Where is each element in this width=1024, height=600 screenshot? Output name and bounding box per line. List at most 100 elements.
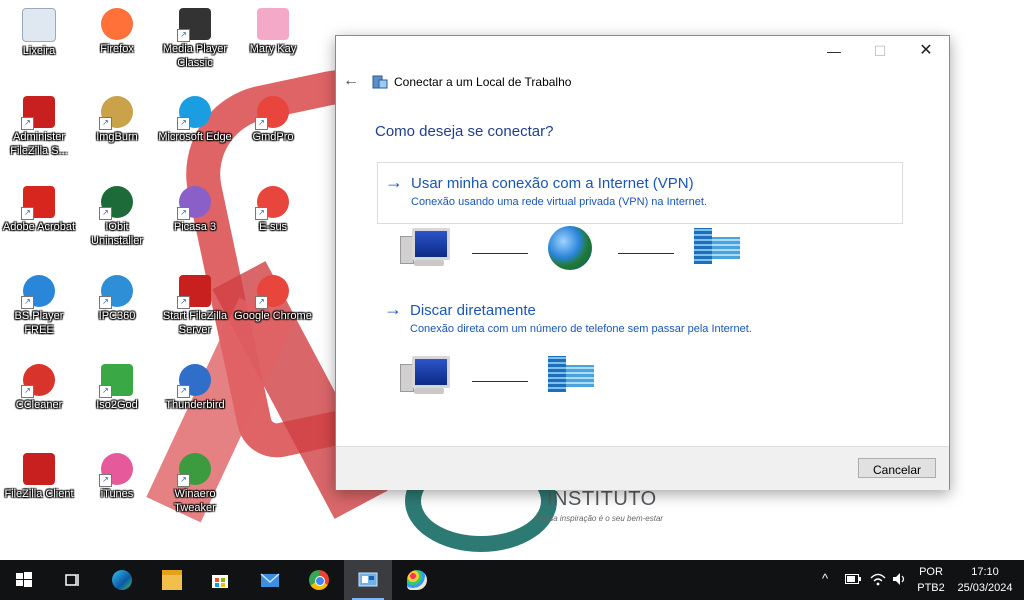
cancel-button[interactable]: Cancelar — [858, 458, 936, 478]
thunderbird-icon: ↗ — [177, 364, 211, 398]
vpn-diagram — [400, 226, 760, 276]
filezilla-client-icon — [23, 453, 55, 485]
arrow-right-icon: → — [384, 299, 402, 319]
desktop-icon-microsoft-edge[interactable]: ↗ Microsoft Edge — [156, 96, 234, 144]
computer-icon — [400, 354, 450, 396]
desktop-icon-label: Mary Kay — [249, 43, 297, 55]
arrow-right-icon: → — [385, 172, 403, 192]
chrome-icon: ↗ — [255, 96, 289, 130]
connection-line — [618, 253, 674, 254]
desktop-icon-iobit[interactable]: ↗ IObit Uninstaller — [78, 186, 156, 248]
winaero-icon: ↗ — [177, 453, 211, 487]
desktop-icon-label: BS.Player FREE — [14, 310, 64, 336]
recycle-bin-icon — [22, 8, 56, 42]
desktop-icon-lixeira[interactable]: Lixeira — [0, 8, 78, 58]
dialog-titlebar[interactable]: — ☐ ✕ — [336, 36, 949, 68]
desktop-icon-label: CCleaner — [15, 399, 63, 411]
desktop-icon-mary-kay[interactable]: Mary Kay — [234, 8, 312, 56]
desktop-icon-label: IPC360 — [98, 310, 136, 322]
task-view-button[interactable] — [48, 560, 96, 600]
folder-icon — [162, 570, 182, 590]
desktop-icon-label: Adobe Acrobat — [2, 221, 76, 233]
mail-taskbar[interactable] — [246, 560, 294, 600]
battery-icon[interactable] — [845, 574, 861, 584]
desktop-icon-bsplayer[interactable]: ↗ BS.Player FREE — [0, 275, 78, 337]
language-indicator[interactable]: POR PTB2 — [916, 564, 946, 596]
volume-icon[interactable] — [892, 572, 908, 586]
filezilla-server-icon: ↗ — [177, 275, 211, 309]
desktop-icon-filezilla-client[interactable]: FileZilla Client — [0, 453, 78, 501]
clock-time: 17:10 — [971, 566, 999, 578]
desktop-icon-label: Iso2God — [96, 399, 138, 411]
desktop-icon-adobe-acrobat[interactable]: ↗ Adobe Acrobat — [0, 186, 78, 234]
desktop-icon-label: Lixeira — [22, 45, 56, 57]
store-taskbar[interactable] — [196, 560, 244, 600]
desktop-icon-ccleaner[interactable]: ↗ CCleaner — [0, 364, 78, 412]
workplace-wizard-taskbar[interactable] — [344, 560, 392, 600]
system-tray: ^ — [818, 560, 918, 600]
mail-icon — [260, 573, 280, 587]
start-button[interactable] — [0, 560, 48, 600]
minimize-button[interactable]: — — [811, 36, 857, 66]
network-wizard-icon — [358, 572, 378, 587]
desktop-icon-iso2god[interactable]: ↗ Iso2God — [78, 364, 156, 412]
desktop-icon-label: Administer FileZilla S... — [10, 131, 68, 157]
file-explorer-taskbar[interactable] — [148, 560, 196, 600]
connection-line — [472, 381, 528, 382]
clock[interactable]: 17:10 25/03/2024 — [950, 564, 1020, 596]
wifi-icon[interactable] — [870, 572, 886, 586]
edge-taskbar[interactable] — [98, 560, 146, 600]
desktop-icon-media-player-classic[interactable]: ↗ Media Player Classic — [156, 8, 234, 70]
paint-taskbar[interactable] — [393, 560, 441, 600]
connection-line — [472, 253, 528, 254]
network-wizard-icon — [372, 75, 388, 89]
option-dial-direct[interactable]: → Discar diretamente Conexão direta com … — [377, 298, 901, 338]
task-view-icon — [65, 574, 79, 586]
office-building-icon — [694, 228, 742, 264]
office-building-icon — [548, 356, 596, 392]
computer-icon — [400, 226, 450, 268]
logo-tagline: Nossa inspiração é o seu bem-estar — [535, 514, 664, 523]
taskbar: ^ POR PTB2 17:10 25/03/2024 — [0, 560, 1024, 600]
ipc360-icon: ↗ — [99, 275, 133, 309]
maximize-button: ☐ — [873, 43, 887, 59]
close-button[interactable]: ✕ — [903, 36, 949, 66]
filezilla-server-icon: ↗ — [21, 96, 55, 130]
desktop-icon-administer-filezilla[interactable]: ↗ Administer FileZilla S... — [0, 96, 78, 158]
desktop-icon-e-sus[interactable]: ↗ E-sus — [234, 186, 312, 234]
desktop-icon-label: ImgBurn — [96, 131, 138, 143]
windows-logo-icon — [16, 572, 32, 587]
desktop-icon-ipc360[interactable]: ↗ IPC360 — [78, 275, 156, 323]
chrome-taskbar[interactable] — [295, 560, 343, 600]
iso2god-icon: ↗ — [99, 364, 133, 398]
desktop-icon-gmdpro[interactable]: ↗ GmdPro — [234, 96, 312, 144]
show-hidden-icons-chevron-icon[interactable]: ^ — [822, 571, 828, 586]
acrobat-icon: ↗ — [21, 186, 55, 220]
clock-date: 25/03/2024 — [957, 582, 1013, 594]
desktop-icon-thunderbird[interactable]: ↗ Thunderbird — [156, 364, 234, 412]
desktop-icon-label: E-sus — [258, 221, 288, 233]
desktop-icon-label: IObit Uninstaller — [91, 221, 143, 247]
paint-icon — [407, 570, 427, 590]
desktop-icon-start-filezilla-server[interactable]: ↗ Start FileZilla Server — [156, 275, 234, 337]
desktop-icon-label: Firefox — [100, 43, 134, 55]
desktop-icon-winaero-tweaker[interactable]: ↗ Winaero Tweaker — [156, 453, 234, 515]
desktop-icon-imgburn[interactable]: ↗ ImgBurn — [78, 96, 156, 144]
dial-diagram — [400, 354, 620, 404]
edge-icon — [112, 570, 132, 590]
edge-icon: ↗ — [177, 96, 211, 130]
dialog-footer: Cancelar — [336, 446, 949, 490]
option-vpn[interactable]: → Usar minha conexão com a Internet (VPN… — [377, 162, 903, 224]
back-arrow-icon[interactable]: ← — [343, 72, 359, 90]
imgburn-icon: ↗ — [99, 96, 133, 130]
desktop-icon-firefox[interactable]: Firefox — [78, 8, 156, 56]
chrome-icon — [309, 570, 329, 590]
desktop-icon-label: Picasa 3 — [173, 221, 217, 233]
desktop-icon-picasa[interactable]: ↗ Picasa 3 — [156, 186, 234, 234]
bsplayer-icon: ↗ — [21, 275, 55, 309]
desktop-icon-label: FileZilla Client — [4, 488, 74, 500]
desktop-icon-label: Winaero Tweaker — [174, 488, 216, 514]
desktop-icon-itunes[interactable]: ↗ iTunes — [78, 453, 156, 501]
option-description: Conexão usando uma rede virtual privada … — [411, 196, 707, 208]
desktop-icon-google-chrome[interactable]: ↗ Google Chrome — [234, 275, 312, 323]
